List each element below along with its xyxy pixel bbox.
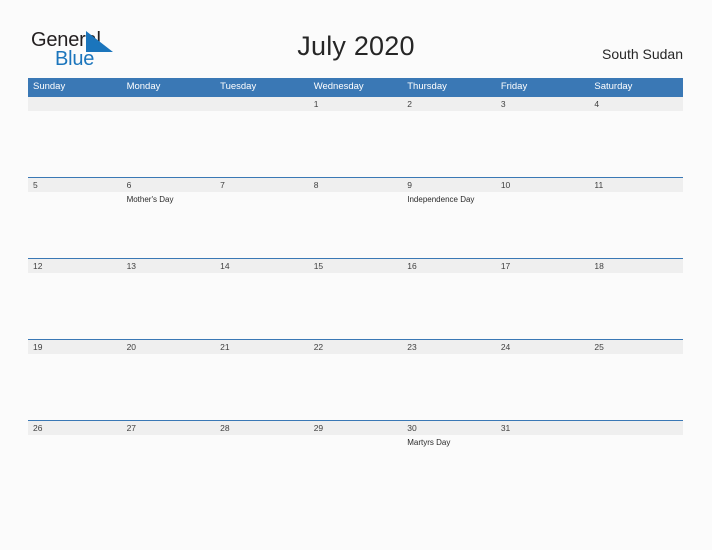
day-event (215, 192, 309, 258)
day-event (402, 354, 496, 420)
day-event (309, 111, 403, 177)
day-event (496, 354, 590, 420)
day-number[interactable]: 14 (215, 259, 309, 273)
day-number[interactable]: 3 (496, 97, 590, 111)
day-header-saturday: Saturday (594, 81, 633, 92)
day-of-week-header-row: Sunday Monday Tuesday Wednesday Thursday… (28, 78, 683, 96)
day-header-thursday: Thursday (407, 81, 447, 92)
day-header-sunday: Sunday (33, 81, 66, 92)
day-event (589, 273, 683, 339)
day-event (496, 273, 590, 339)
day-number[interactable]: 12 (28, 259, 122, 273)
day-number[interactable]: 24 (496, 340, 590, 354)
day-event (496, 192, 590, 258)
day-number[interactable] (589, 421, 683, 435)
day-number[interactable] (122, 97, 216, 111)
day-number[interactable]: 20 (122, 340, 216, 354)
day-event (28, 273, 122, 339)
day-number[interactable]: 19 (28, 340, 122, 354)
day-event (215, 435, 309, 501)
day-event (589, 435, 683, 501)
day-header-friday: Friday (500, 81, 528, 92)
day-number[interactable]: 2 (402, 97, 496, 111)
day-number[interactable]: 22 (309, 340, 403, 354)
day-number[interactable]: 23 (402, 340, 496, 354)
day-number[interactable]: 28 (215, 421, 309, 435)
day-event (589, 111, 683, 177)
calendar-week-row: 1 2 3 4 (28, 96, 683, 177)
day-number[interactable]: 8 (309, 178, 403, 192)
calendar-grid: Sunday Monday Tuesday Wednesday Thursday… (28, 78, 683, 501)
day-event (402, 273, 496, 339)
day-number[interactable]: 13 (122, 259, 216, 273)
day-number[interactable]: 26 (28, 421, 122, 435)
day-number[interactable] (28, 97, 122, 111)
day-event: Independence Day (407, 195, 475, 204)
day-event (309, 435, 403, 501)
calendar-week-row: 26 27 28 29 30 31 Martyrs Day (28, 420, 683, 501)
day-event (28, 111, 122, 177)
week-date-band: 5 6 7 8 9 10 11 (28, 177, 683, 192)
day-event (589, 192, 683, 258)
day-number[interactable]: 15 (309, 259, 403, 273)
day-number[interactable]: 1 (309, 97, 403, 111)
day-number[interactable]: 18 (589, 259, 683, 273)
day-header-monday: Monday (126, 81, 161, 92)
day-number[interactable]: 6 (122, 178, 216, 192)
day-event: Martyrs Day (407, 438, 451, 447)
day-event (309, 273, 403, 339)
day-event (309, 354, 403, 420)
week-event-body (28, 111, 683, 177)
week-date-band: 1 2 3 4 (28, 96, 683, 111)
day-event (28, 192, 122, 258)
day-event (122, 273, 216, 339)
day-event (215, 354, 309, 420)
region-label: South Sudan (602, 46, 683, 62)
day-header-wednesday: Wednesday (313, 81, 364, 92)
day-event (402, 111, 496, 177)
week-date-band: 26 27 28 29 30 31 (28, 420, 683, 435)
day-event (215, 111, 309, 177)
day-event (122, 354, 216, 420)
day-event (496, 111, 590, 177)
day-event (28, 435, 122, 501)
calendar-page: General Blue July 2020 South Sudan Sunda… (0, 0, 712, 550)
day-event (589, 354, 683, 420)
day-number[interactable]: 16 (402, 259, 496, 273)
week-date-band: 19 20 21 22 23 24 25 (28, 339, 683, 354)
week-event-body (28, 273, 683, 339)
day-number[interactable]: 25 (589, 340, 683, 354)
day-number[interactable]: 27 (122, 421, 216, 435)
day-event (496, 435, 590, 501)
week-event-body: Mother's Day Independence Day (28, 192, 683, 258)
page-header: General Blue July 2020 South Sudan (0, 0, 712, 76)
week-event-body (28, 354, 683, 420)
day-number[interactable]: 7 (215, 178, 309, 192)
week-date-band: 12 13 14 15 16 17 18 (28, 258, 683, 273)
day-event (28, 354, 122, 420)
day-number[interactable]: 9 (402, 178, 496, 192)
calendar-week-row: 19 20 21 22 23 24 25 (28, 339, 683, 420)
week-event-body: Martyrs Day (28, 435, 683, 501)
calendar-week-row: 5 6 7 8 9 10 11 Mother's Day Independenc… (28, 177, 683, 258)
day-number[interactable]: 21 (215, 340, 309, 354)
day-number[interactable]: 4 (589, 97, 683, 111)
day-number[interactable]: 10 (496, 178, 590, 192)
day-header-tuesday: Tuesday (220, 81, 257, 92)
day-event (215, 273, 309, 339)
calendar-week-row: 12 13 14 15 16 17 18 (28, 258, 683, 339)
day-number[interactable]: 30 (402, 421, 496, 435)
day-number[interactable]: 11 (589, 178, 683, 192)
day-event (122, 111, 216, 177)
day-number[interactable]: 5 (28, 178, 122, 192)
day-number[interactable]: 31 (496, 421, 590, 435)
day-event (309, 192, 403, 258)
day-number[interactable] (215, 97, 309, 111)
day-event: Mother's Day (126, 195, 174, 204)
day-event (122, 435, 216, 501)
day-number[interactable]: 17 (496, 259, 590, 273)
day-number[interactable]: 29 (309, 421, 403, 435)
